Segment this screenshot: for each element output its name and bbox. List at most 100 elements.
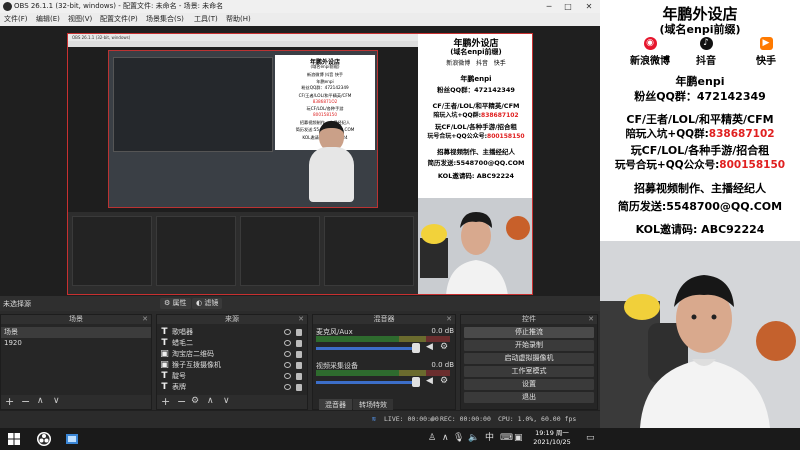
source-item[interactable]: T 歌唱器	[157, 327, 307, 338]
lock-icon[interactable]	[296, 340, 302, 347]
ime-indicator[interactable]: 中	[485, 432, 494, 444]
obs-logo-icon	[3, 2, 12, 11]
menu-help[interactable]: 帮助(H)	[226, 13, 251, 26]
menu-view[interactable]: 视图(V)	[68, 13, 92, 26]
eye-icon[interactable]	[284, 362, 291, 368]
no-source-label: 未选择源	[3, 300, 31, 308]
maximize-button[interactable]: □	[561, 0, 575, 13]
menu-tools[interactable]: 工具(T)	[194, 13, 218, 26]
lock-icon[interactable]	[296, 373, 302, 380]
canvas-play-number: 800158150	[487, 133, 525, 140]
eye-icon[interactable]	[284, 351, 291, 357]
source-item[interactable]: ▣ 猴子互拨摄像机	[157, 360, 307, 371]
play2-line: 玩号合玩+QQ公众号:800158150	[600, 157, 800, 172]
source-properties-icon[interactable]: ⚙	[191, 395, 199, 408]
scenes-title: 场景	[69, 315, 83, 323]
windows-start-icon[interactable]	[6, 431, 22, 447]
menu-scene-collection[interactable]: 场景集合(S)	[146, 13, 184, 26]
tray-app-icon[interactable]: ▣	[514, 432, 523, 444]
studio-mode-button[interactable]: 工作室模式	[464, 366, 594, 377]
menu-profile[interactable]: 配置文件(P)	[100, 13, 138, 26]
lock-icon[interactable]	[296, 362, 302, 369]
move-up-icon[interactable]: ∧	[207, 395, 214, 408]
douyin-label: 抖音	[696, 56, 716, 67]
start-recording-button[interactable]: 开始录制	[464, 340, 594, 351]
obs-window: OBS 26.1.1 (32-bit, windows) - 配置文件: 未命名…	[0, 0, 600, 428]
person-icon[interactable]: ♙	[428, 432, 436, 444]
gear-icon[interactable]: ⚙	[440, 342, 450, 352]
menu-file[interactable]: 文件(F)	[4, 13, 28, 26]
volume-slider-handle[interactable]	[412, 377, 420, 387]
filters-button[interactable]: ◐ 滤镜	[192, 298, 223, 309]
speaker-icon[interactable]: ◀	[426, 342, 436, 352]
nested-docks	[68, 212, 418, 294]
move-down-icon[interactable]: ∨	[53, 395, 60, 408]
nested-menu	[68, 41, 418, 47]
properties-button[interactable]: ⚙ 属性	[160, 298, 191, 309]
canvas-fan-group: 粉丝QQ群：472142349	[437, 86, 515, 94]
stop-streaming-button[interactable]: 停止推流	[464, 327, 594, 338]
gear-icon[interactable]: ⚙	[440, 376, 450, 386]
minimize-button[interactable]: ─	[542, 0, 556, 13]
preview-canvas[interactable]: OBS 26.1.1 (32-bit, windows) 年鹏外设店 (域名en…	[67, 33, 533, 295]
remove-scene-icon[interactable]: −	[21, 395, 30, 408]
stream-ad-panel: 年鹏外设店 (域名enpi前缀) ◉ 新浪微博 ♪ 抖音 ▶ 快手 年鹏enpi…	[600, 0, 800, 241]
add-source-icon[interactable]: +	[161, 395, 170, 408]
source-item[interactable]: T 靛号	[157, 371, 307, 382]
add-scene-icon[interactable]: +	[5, 395, 14, 408]
canvas-webcam-image	[418, 198, 532, 294]
settings-button[interactable]: 设置	[464, 379, 594, 390]
remove-source-icon[interactable]: −	[177, 395, 186, 408]
wifi-icon: ≋	[372, 415, 376, 423]
obs-taskbar-icon[interactable]	[36, 431, 52, 447]
move-down-icon[interactable]: ∨	[223, 395, 230, 408]
canvas-invite-text: 陪玩入坑+QQ群:	[433, 112, 482, 119]
mini-ad-line: (域名enpi前缀)	[310, 64, 340, 69]
microphone-icon[interactable]: 🎙	[453, 432, 464, 444]
lock-icon[interactable]	[296, 329, 302, 336]
canvas-resume: 简历发送:5548700@QQ.COM	[427, 159, 525, 167]
dock-close-icon[interactable]: ✕	[446, 315, 452, 324]
dock-close-icon[interactable]: ✕	[298, 315, 304, 324]
close-button[interactable]: ✕	[582, 0, 596, 13]
canvas-invite-number: 838687102	[481, 112, 519, 119]
chevron-up-icon[interactable]: ∧	[442, 432, 449, 444]
volume-slider[interactable]	[316, 381, 416, 384]
move-up-icon[interactable]: ∧	[37, 395, 44, 408]
volume-slider-handle[interactable]	[412, 343, 420, 353]
mini-ad-line: 新浪微博 抖音 快手	[306, 72, 344, 77]
start-virtual-camera-button[interactable]: 启动虚拟摄像机	[464, 353, 594, 364]
dock-close-icon[interactable]: ✕	[142, 315, 148, 324]
dock-area: 未选择源 ⚙ 属性 ◐ 滤镜 场景 ✕ 场景 1920 + − ∧ ∨ 来源 ✕ T…	[0, 296, 600, 411]
nested-dock	[324, 216, 414, 286]
eye-icon[interactable]	[284, 329, 291, 335]
volume-slider[interactable]	[316, 347, 416, 350]
notification-icon[interactable]: ▭	[586, 432, 595, 444]
lock-icon[interactable]	[296, 384, 302, 391]
nested-title: OBS 26.1.1 (32-bit, windows)	[68, 34, 418, 41]
app-taskbar-icon[interactable]	[64, 431, 80, 447]
canvas-games: CF/王者/LOL/和平精英/CFM	[432, 102, 520, 110]
source-toolbar: 未选择源 ⚙ 属性 ◐ 滤镜	[0, 296, 600, 311]
kol-line: KOL邀请码: ABC92224	[635, 223, 765, 236]
scene-item[interactable]: 场景	[1, 327, 151, 338]
eye-icon[interactable]	[284, 384, 291, 390]
eye-icon[interactable]	[284, 373, 291, 379]
eye-icon[interactable]	[284, 340, 291, 346]
scenes-header: 场景 ✕	[1, 315, 151, 324]
speaker-icon[interactable]: ◀	[426, 376, 436, 386]
source-item[interactable]: ▣ 淘宝店二维码	[157, 349, 307, 360]
volume-icon[interactable]: 🔈	[468, 432, 479, 444]
source-item[interactable]: T 蜡毛二	[157, 338, 307, 349]
menu-edit[interactable]: 编辑(E)	[36, 13, 60, 26]
source-item[interactable]: T 表牌	[157, 382, 307, 393]
lock-icon[interactable]	[296, 351, 302, 358]
dock-close-icon[interactable]: ✕	[588, 315, 594, 324]
clock[interactable]: 19:19 周一 2021/10/25	[526, 429, 578, 447]
recruit-line: 招募视频制作、主播经纪人	[634, 182, 766, 195]
source-name: 猴子互拨摄像机	[172, 361, 221, 369]
keyboard-icon[interactable]: ⌨	[500, 432, 513, 444]
scene-item[interactable]: 1920	[1, 338, 151, 349]
exit-button[interactable]: 退出	[464, 392, 594, 403]
sources-header: 来源 ✕	[157, 315, 307, 324]
